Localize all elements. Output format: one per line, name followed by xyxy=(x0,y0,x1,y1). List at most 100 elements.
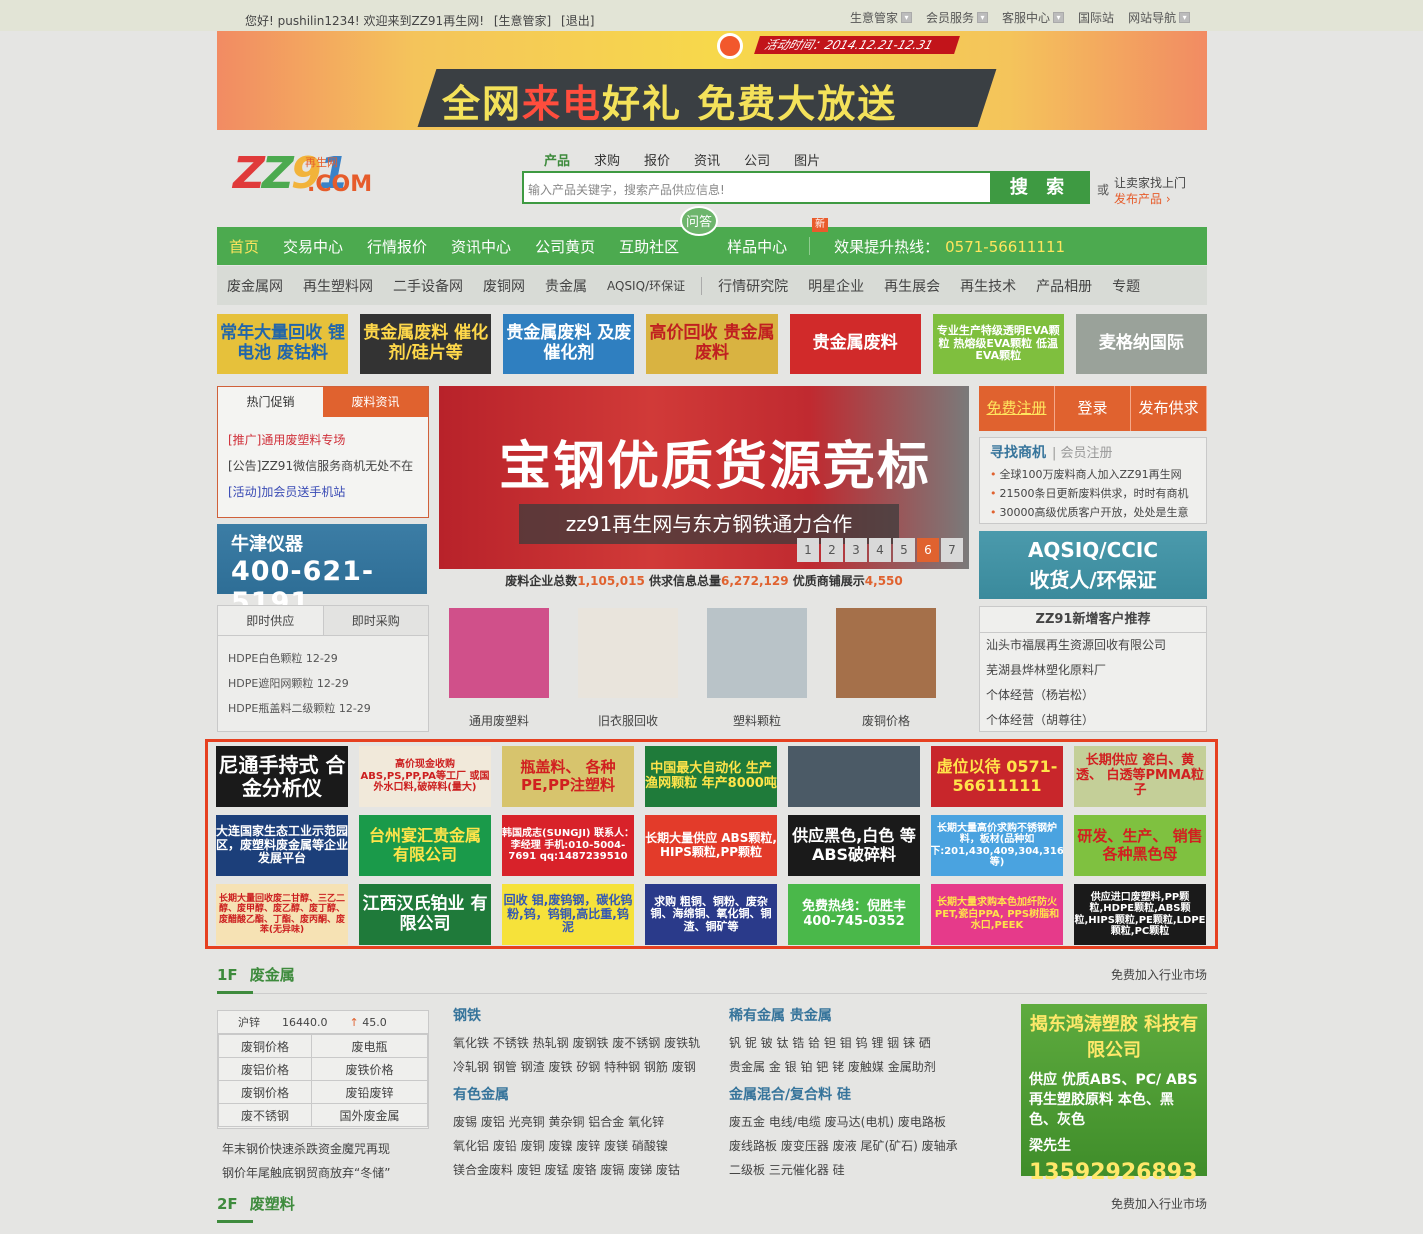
slide-page-1[interactable]: 1 xyxy=(797,538,819,562)
find-title-text[interactable]: 寻找商机 xyxy=(990,445,1046,461)
nav-item-3[interactable]: 资讯中心 xyxy=(439,236,523,257)
category-pic-2[interactable]: 塑料颗粒 xyxy=(707,608,807,729)
ticker-link[interactable]: 废电瓶 xyxy=(311,1034,428,1058)
ad-banner-6[interactable]: 麦格纳国际 xyxy=(1075,314,1207,374)
ad-grid-cell[interactable]: 免费热线：倪胜丰 400-745-0352 xyxy=(788,884,920,945)
nav-item-4[interactable]: 公司黄页 xyxy=(523,236,607,257)
ad-grid-cell[interactable]: 求购 粗铜、铜粉、废杂铜、海绵铜、氧化铜、铜渣、铜矿等 xyxy=(645,884,777,945)
tab-waste-news[interactable]: 废料资讯 xyxy=(323,387,428,417)
ticker-link[interactable]: 废铅废锌 xyxy=(311,1080,428,1104)
nav-item-2[interactable]: 行情报价 xyxy=(355,236,439,257)
search-input[interactable]: 输入产品关键字，搜索产品供应信息! xyxy=(522,171,992,204)
top-link-1[interactable]: 会员服务 ▾ xyxy=(926,9,989,26)
tab-hot-promo[interactable]: 热门促销 xyxy=(218,387,323,417)
top-link-0[interactable]: 生意管家 ▾ xyxy=(850,9,913,26)
promo-item-0[interactable]: [推广]通用废塑料专场 xyxy=(228,427,418,453)
ad-grid-cell[interactable]: 中国最大自动化 生产渔网颗粒 年产8000吨 xyxy=(645,746,777,807)
ad-grid-cell[interactable]: 长期大量高价求购不锈钢炉料，板材(品种如下:201,430,409,304,31… xyxy=(931,815,1063,876)
subnav-item-6[interactable]: 行情研究院 xyxy=(708,276,798,296)
niujin-ad[interactable]: 牛津仪器 400-621-5191 xyxy=(217,524,427,618)
ad-grid-cell[interactable]: 大连国家生态工业示范园区，废塑料废金属等企业发展平台 xyxy=(216,815,348,876)
subnav-item-0[interactable]: 废金属网 xyxy=(217,276,293,296)
subnav-item-3[interactable]: 废铜网 xyxy=(473,276,535,296)
ticker-link[interactable]: 废钢价格 xyxy=(217,1080,313,1104)
ad-grid-cell[interactable]: 虚位以待 0571-56611111 xyxy=(931,746,1063,807)
ad-grid-cell[interactable]: 尼通手持式 合金分析仪 xyxy=(216,746,348,807)
new-customer-2[interactable]: 个体经营（杨岩松） xyxy=(986,683,1200,708)
c2-links[interactable]: 氧化铝 废铅 废铜 废镍 废锌 废镁 硝酸镍 xyxy=(453,1134,680,1158)
subnav-item-4[interactable]: 贵金属 xyxy=(535,276,597,296)
aqsiq-ad[interactable]: AQSIQ/CCIC 收货人/环保证 xyxy=(979,531,1207,599)
slide-page-3[interactable]: 3 xyxy=(845,538,867,562)
promo-item-1[interactable]: [公告]ZZ91微信服务商机无处不在 xyxy=(228,453,418,479)
search-tab-5[interactable]: 图片 xyxy=(794,150,820,169)
top-link-2[interactable]: 客服中心 ▾ xyxy=(1002,9,1065,26)
ad-grid-cell[interactable]: 韩国成志(SUNGJI) 联系人：李经理 手机:010-5004-7691 qq… xyxy=(502,815,634,876)
c4-links[interactable]: 二级板 三元催化器 硅 xyxy=(729,1158,958,1182)
ad-banner-1[interactable]: 贵金属废料 催化剂/硅片等 xyxy=(360,314,492,374)
c2-links[interactable]: 镁合金废料 废钽 废锰 废铬 废镉 废锑 废钴 xyxy=(453,1158,680,1182)
c3-links[interactable]: 贵金属 金 银 铂 钯 铑 废触媒 金属助剂 xyxy=(729,1055,936,1079)
ad-grid-cell[interactable]: 供应黑色,白色 等ABS破碎料 xyxy=(788,815,920,876)
c3-heading[interactable]: 稀有金属 贵金属 xyxy=(729,1005,936,1025)
ticker-link[interactable]: 废铝价格 xyxy=(217,1057,313,1081)
site-logo[interactable]: ZZ91 再生网 .COM xyxy=(233,150,372,205)
publish-product-link[interactable]: 发布产品 › xyxy=(1114,190,1171,207)
ad-grid-cell[interactable]: 长期供应 瓷白、黄透、 白透等PMMA粒子 xyxy=(1074,746,1206,807)
top-link-4[interactable]: 网站导航 ▾ xyxy=(1128,9,1191,26)
ad-grid-cell[interactable]: 瓶盖料、 各种PE,PP注塑料 xyxy=(502,746,634,807)
subnav-item-8[interactable]: 再生展会 xyxy=(874,276,950,296)
search-tab-4[interactable]: 公司 xyxy=(744,150,770,169)
ad-grid-cell[interactable]: 长期大量供应 ABS颗粒, HIPS颗粒,PP颗粒 xyxy=(645,815,777,876)
c4-heading[interactable]: 金属混合/复合料 硅 xyxy=(729,1084,958,1104)
search-tab-3[interactable]: 资讯 xyxy=(694,150,720,169)
tab-instant-purchase[interactable]: 即时采购 xyxy=(322,606,428,635)
promo-item-2[interactable]: [活动]加会员送手机站 xyxy=(228,479,418,505)
nav-item-6[interactable]: 样品中心 xyxy=(715,236,799,257)
floor-1-name[interactable]: 废金属 xyxy=(250,966,295,984)
supply-item-0[interactable]: HDPE白色颗粒 12-29 xyxy=(228,646,418,671)
ticker-link[interactable]: 废铜价格 xyxy=(217,1034,313,1058)
new-customer-0[interactable]: 汕头市福展再生资源回收有限公司 xyxy=(986,633,1200,658)
jiedong-ad[interactable]: 揭东鸿涛塑胶 科技有限公司 供应 优质ABS、PC/ ABS再生塑胶原料 本色、… xyxy=(1021,1004,1207,1185)
subnav-item-7[interactable]: 明星企业 xyxy=(798,276,874,296)
search-tab-2[interactable]: 报价 xyxy=(644,150,670,169)
ticker-link[interactable]: 废铁价格 xyxy=(311,1057,428,1081)
member-register-link[interactable]: | 会员注册 xyxy=(1052,446,1113,461)
c1-links[interactable]: 冷轧钢 钢管 钢渣 废铁 矽钢 特种钢 钢筋 废钢 xyxy=(453,1055,700,1079)
ad-grid-cell[interactable]: 高价现金收购 ABS,PS,PP,PA等工厂 或国外水口料,破碎料(量大) xyxy=(359,746,491,807)
subnav-item-5[interactable]: AQSIQ/环保证 xyxy=(597,277,695,294)
ad-grid-cell[interactable]: 江西汉氏铂业 有限公司 xyxy=(359,884,491,945)
c4-links[interactable]: 废五金 电线/电缆 废马达(电机) 废电路板 xyxy=(729,1110,958,1134)
subnav-item-11[interactable]: 专题 xyxy=(1102,276,1150,296)
nav-item-1[interactable]: 交易中心 xyxy=(271,236,355,257)
floor-2-name[interactable]: 废塑料 xyxy=(250,1195,295,1213)
subnav-item-1[interactable]: 再生塑料网 xyxy=(293,276,383,296)
slide-page-2[interactable]: 2 xyxy=(821,538,843,562)
ticker-link[interactable]: 废不锈钢 xyxy=(217,1103,313,1127)
ad-banner-2[interactable]: 贵金属废料 及废催化剂 xyxy=(503,314,635,374)
account-button-0[interactable]: 免费注册 xyxy=(979,386,1055,431)
nav-item-0[interactable]: 首页 xyxy=(217,236,271,257)
category-pic-1[interactable]: 旧衣服回收 xyxy=(578,608,678,729)
subnav-item-9[interactable]: 再生技术 xyxy=(950,276,1026,296)
top-link-3[interactable]: 国际站 xyxy=(1078,9,1114,26)
tab-instant-supply[interactable]: 即时供应 xyxy=(218,606,323,635)
logout-link[interactable]: [退出] xyxy=(561,14,594,28)
ad-banner-5[interactable]: 专业生产特级透明EVA颗粒 热熔级EVA颗粒 低温EVA颗粒 xyxy=(932,314,1064,374)
manager-link[interactable]: [生意管家] xyxy=(494,14,551,28)
c1-links[interactable]: 氧化铁 不锈铁 热轧钢 废钢铁 废不锈钢 废铁轨 xyxy=(453,1031,700,1055)
ad-grid-cell[interactable] xyxy=(788,746,920,807)
c2-links[interactable]: 废锡 废铝 光亮铜 黄杂铜 铝合金 氧化锌 xyxy=(453,1110,680,1134)
floor-1-join-link[interactable]: 免费加入行业市场 xyxy=(1111,966,1207,983)
c4-links[interactable]: 废线路板 废变压器 废液 尾矿(矿石) 废轴承 xyxy=(729,1134,958,1158)
news-item[interactable]: 钢价年尾触底钢贸商放弃“冬储” xyxy=(222,1161,390,1185)
ad-banner-0[interactable]: 常年大量回收 锂电池 废钴料 xyxy=(217,314,349,374)
account-button-1[interactable]: 登录 xyxy=(1055,386,1131,431)
ad-banner-3[interactable]: 高价回收 贵金属废料 xyxy=(646,314,778,374)
category-pic-3[interactable]: 废铜价格 xyxy=(836,608,936,729)
supply-item-2[interactable]: HDPE瓶盖料二级颗粒 12-29 xyxy=(228,696,418,721)
c1-heading[interactable]: 钢铁 xyxy=(453,1005,700,1025)
slide-page-7[interactable]: 7 xyxy=(941,538,963,562)
c2-heading[interactable]: 有色金属 xyxy=(453,1084,680,1104)
